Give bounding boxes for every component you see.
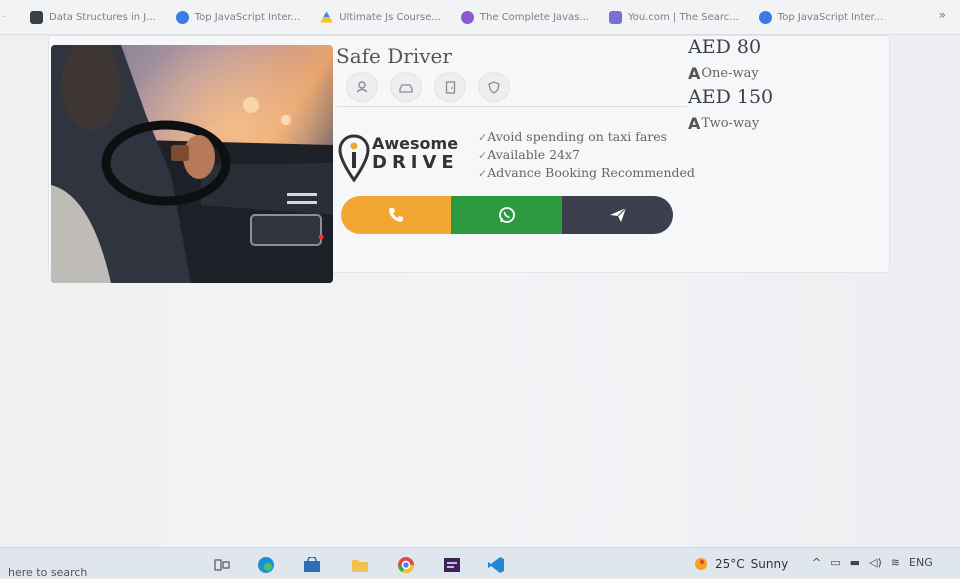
taskbar-search-text[interactable]: here to search	[8, 566, 87, 579]
card-divider	[337, 106, 687, 107]
send-icon	[609, 207, 626, 222]
bookmarks-bar: · Data Structures in J... Top JavaScript…	[0, 0, 960, 35]
drive-triangle-icon	[320, 10, 334, 23]
driver-photo	[51, 45, 333, 283]
price-oneway: AED 80	[688, 36, 762, 58]
driver-photo-image	[51, 45, 333, 283]
system-tray: ^ ▭ ▬ ◁) ≋ ENG	[812, 556, 933, 569]
chevron-up-icon[interactable]: ^	[812, 556, 821, 569]
volume-icon[interactable]: ◁)	[869, 556, 882, 569]
weather-desc: Sunny	[750, 557, 789, 571]
whatsapp-button[interactable]	[451, 196, 562, 234]
bookmark-item[interactable]: Data Structures in J...	[30, 10, 156, 24]
chrome-icon[interactable]	[396, 556, 416, 574]
bookmark-label: You.com | The Searc...	[627, 11, 739, 23]
feature-icons	[346, 72, 510, 102]
telegram-button[interactable]	[562, 196, 673, 234]
globe-blue-icon	[175, 10, 189, 24]
bookmark-overflow-left: ·	[2, 11, 6, 23]
wifi-icon[interactable]: ≋	[891, 556, 900, 569]
bookmark-label: Top JavaScript Inter...	[194, 11, 301, 23]
language-indicator[interactable]: ENG	[909, 556, 933, 569]
price-oneway-type: A One-way	[688, 64, 759, 83]
you-logo-icon	[608, 10, 622, 24]
logo-text-top: Awesome	[372, 134, 459, 153]
location-pin-icon	[338, 134, 370, 183]
price-twoway: AED 150	[688, 86, 774, 108]
weather-widget[interactable]: 25°C Sunny	[693, 556, 788, 572]
logo-text-bottom: DRIVE	[372, 152, 459, 173]
feature-item: Advance Booking Recommended	[478, 164, 695, 182]
awesome-drive-logo: Awesome DRIVE	[338, 134, 478, 184]
bookmark-item[interactable]: Top JavaScript Inter...	[758, 10, 884, 24]
weather-temp: 25°C	[715, 557, 745, 571]
globe-blue-icon	[758, 10, 772, 24]
taskbar: here to search 25°C Sunny ^ ▭ ▬ ◁) ≋ ENG	[0, 547, 960, 579]
bookmark-item[interactable]: The Complete Javas...	[460, 10, 589, 24]
media-app-icon[interactable]	[442, 556, 462, 574]
bookmark-item[interactable]: You.com | The Searc...	[608, 10, 739, 24]
onedrive-icon[interactable]: ▭	[830, 556, 840, 569]
vscode-icon[interactable]	[486, 556, 506, 574]
file-explorer-icon[interactable]	[350, 556, 370, 574]
feature-item: Avoid spending on taxi fares	[478, 128, 695, 146]
bookmark-item[interactable]: Ultimate Js Course...	[320, 10, 441, 24]
car-icon	[390, 72, 422, 102]
call-button[interactable]	[341, 196, 451, 234]
card-title: Safe Driver	[336, 44, 452, 68]
bookmark-item[interactable]: Top JavaScript Inter...	[175, 10, 301, 24]
price-twoway-label: Two-way	[701, 116, 760, 131]
action-buttons	[341, 196, 673, 234]
phone-icon	[389, 208, 403, 222]
edge-icon[interactable]	[256, 556, 276, 574]
bookmark-label: Data Structures in J...	[49, 11, 156, 23]
price-oneway-label: One-way	[701, 66, 759, 81]
driver-icon	[346, 72, 378, 102]
sun-icon	[695, 558, 707, 570]
feature-list: Avoid spending on taxi fares Available 2…	[478, 128, 695, 182]
feature-item: Available 24x7	[478, 146, 695, 164]
price-letter-icon: A	[688, 64, 701, 83]
price-twoway-type: A Two-way	[688, 114, 759, 133]
battery-icon[interactable]: ▬	[850, 556, 860, 569]
bookmark-label: Top JavaScript Inter...	[777, 11, 884, 23]
task-view-icon[interactable]	[212, 556, 232, 574]
store-icon[interactable]	[302, 556, 322, 574]
bookmarks-more-button[interactable]: »	[939, 8, 946, 22]
whatsapp-icon	[498, 207, 515, 223]
purple-circle-icon	[460, 10, 474, 24]
bookmark-label: The Complete Javas...	[479, 11, 589, 23]
door-icon	[434, 72, 466, 102]
bookmark-label: Ultimate Js Course...	[339, 11, 441, 23]
bookmark-dark-square-icon	[30, 10, 43, 24]
shield-icon	[478, 72, 510, 102]
